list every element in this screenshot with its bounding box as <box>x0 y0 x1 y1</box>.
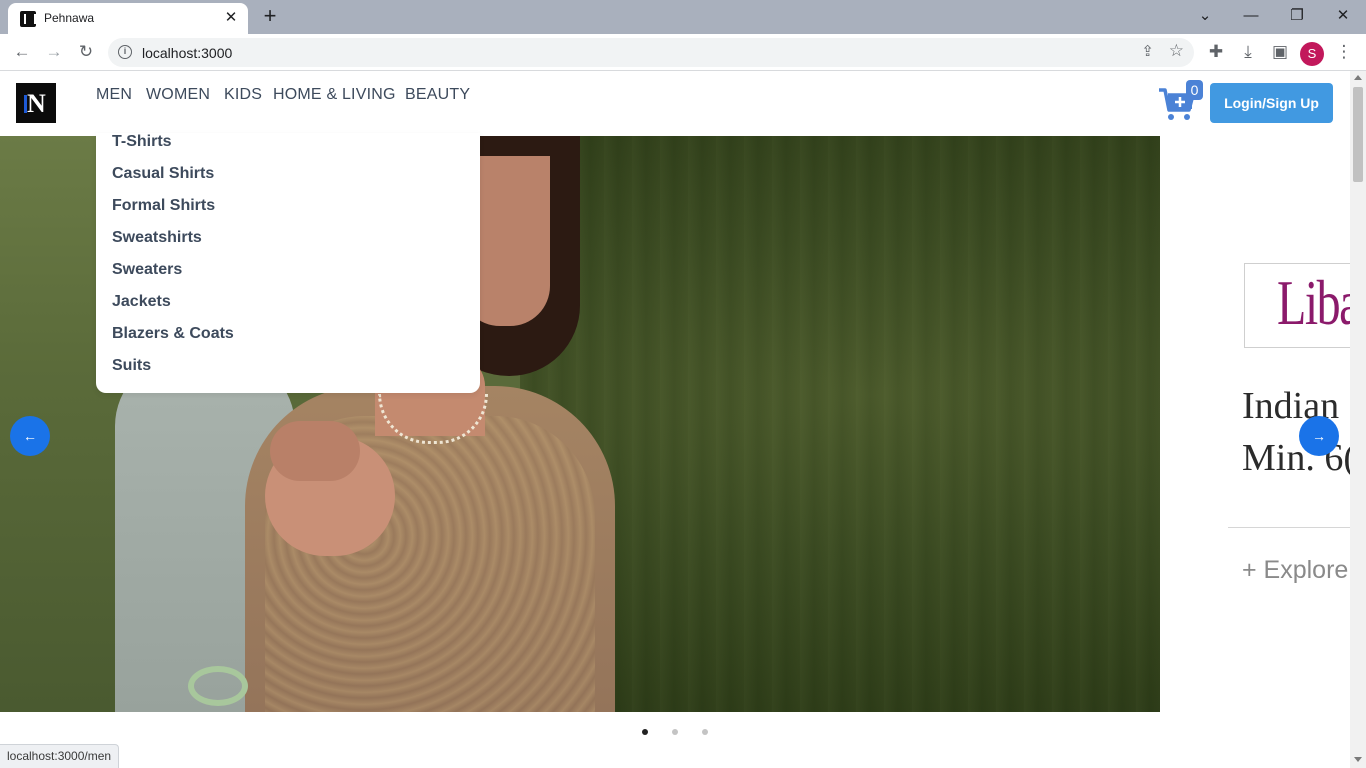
bookmark-star-icon[interactable]: ☆ <box>1169 41 1184 61</box>
tab-search-icon[interactable]: ⌄ <box>1190 4 1220 28</box>
dropdown-item-formal-shirts[interactable]: Formal Shirts <box>112 197 215 215</box>
brand-logo: Liba <box>1277 267 1350 338</box>
carousel-prev-button[interactable]: ← <box>10 416 50 456</box>
carousel-dot-3[interactable] <box>702 729 708 735</box>
share-icon[interactable]: ⇪ <box>1141 42 1154 60</box>
nav-home-living[interactable]: HOME & LIVING <box>273 86 396 104</box>
dropdown-item-sweatshirts[interactable]: Sweatshirts <box>112 229 202 247</box>
dropdown-item-jackets[interactable]: Jackets <box>112 293 171 311</box>
favicon-icon <box>20 11 36 27</box>
close-tab-icon[interactable]: ✕ <box>222 9 240 27</box>
new-tab-icon[interactable]: + <box>258 5 282 29</box>
logo-letter: N <box>27 89 46 118</box>
restore-icon[interactable]: ❐ <box>1282 4 1312 28</box>
address-url[interactable]: localhost:3000 <box>142 45 232 61</box>
dropdown-item-sweaters[interactable]: Sweaters <box>112 261 182 279</box>
address-bar[interactable]: i localhost:3000 ⇪ ☆ <box>108 38 1194 67</box>
page-scrollbar[interactable] <box>1350 71 1366 768</box>
dropdown-item-blazers-coats[interactable]: Blazers & Coats <box>112 325 234 343</box>
page-viewport: Liba Indian Min. 6( + Explore ← → N MEN … <box>0 71 1350 768</box>
carousel-next-button[interactable]: → <box>1299 416 1339 456</box>
scroll-up-icon[interactable] <box>1354 75 1362 80</box>
nav-kids[interactable]: KIDS <box>224 86 262 104</box>
cart-count-badge: 0 <box>1186 80 1203 100</box>
back-icon[interactable]: ← <box>10 40 34 64</box>
site-logo[interactable]: N <box>16 83 56 123</box>
carousel-dot-1[interactable] <box>642 729 648 735</box>
hero-texture <box>520 136 1160 712</box>
site-info-icon[interactable]: i <box>118 45 132 59</box>
profile-avatar[interactable]: S <box>1300 42 1324 66</box>
browser-tab[interactable]: Pehnawa ✕ <box>8 3 248 34</box>
dropdown-item-casual-shirts[interactable]: Casual Shirts <box>112 165 214 183</box>
explore-link[interactable]: + Explore <box>1242 556 1348 585</box>
carousel-dot-2[interactable] <box>672 729 678 735</box>
site-navbar: N MEN WOMEN KIDS HOME & LIVING BEAUTY 0 … <box>0 71 1350 135</box>
arrow-left-icon: ← <box>23 428 37 444</box>
scroll-thumb[interactable] <box>1353 87 1363 182</box>
side-panel-icon[interactable]: ▣ <box>1268 40 1292 64</box>
scroll-down-icon[interactable] <box>1354 757 1362 762</box>
bangle <box>188 666 248 706</box>
reload-icon[interactable]: ↻ <box>74 40 98 64</box>
tab-title: Pehnawa <box>44 11 95 25</box>
extensions-icon[interactable]: ✚ <box>1204 40 1228 64</box>
divider <box>1228 527 1350 528</box>
close-window-icon[interactable]: ✕ <box>1328 4 1358 28</box>
men-dropdown-menu: T-Shirts Casual Shirts Formal Shirts Swe… <box>96 133 480 393</box>
nav-men[interactable]: MEN <box>96 86 132 104</box>
dropdown-item-suits[interactable]: Suits <box>112 357 151 375</box>
nav-women[interactable]: WOMEN <box>146 86 210 104</box>
nav-beauty[interactable]: BEAUTY <box>405 86 470 104</box>
browser-toolbar: ← → ↻ i localhost:3000 ⇪ ☆ ✚ ⤓ ▣ S ⋮ <box>0 34 1366 71</box>
link-status-bar: localhost:3000/men <box>0 744 120 768</box>
menu-kebab-icon[interactable]: ⋮ <box>1332 40 1356 64</box>
forward-icon[interactable]: → <box>42 40 66 64</box>
arrow-right-icon: → <box>1312 428 1326 444</box>
model-hand <box>270 421 360 481</box>
brand-logo-box: Liba <box>1244 263 1350 348</box>
login-signup-button[interactable]: Login/Sign Up <box>1210 83 1333 123</box>
browser-titlebar: Pehnawa ✕ + ⌄ — ❐ ✕ <box>0 0 1366 34</box>
download-icon[interactable]: ⤓ <box>1236 40 1260 64</box>
dropdown-item-tshirts[interactable]: T-Shirts <box>112 133 172 151</box>
minimize-icon[interactable]: — <box>1236 4 1266 28</box>
